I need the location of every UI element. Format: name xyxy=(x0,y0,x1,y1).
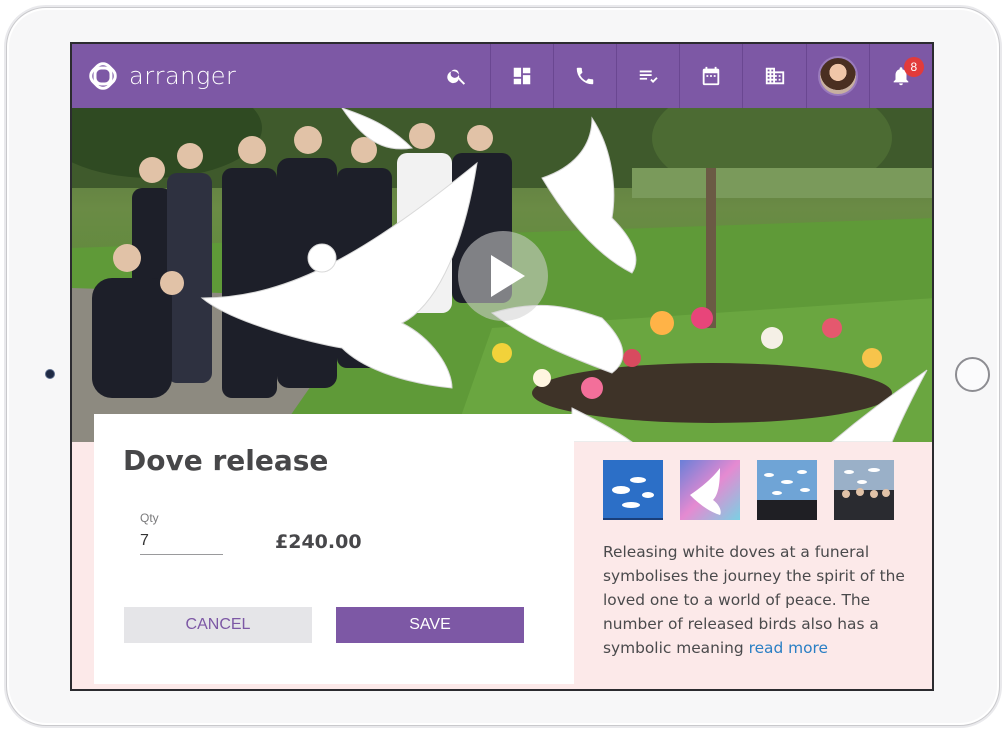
thumbnail-image xyxy=(757,460,817,520)
nav-phone[interactable] xyxy=(552,44,616,108)
thumbnail-image xyxy=(603,460,663,520)
play-icon xyxy=(490,255,525,297)
brand[interactable]: arranger xyxy=(86,59,425,93)
thumbnail[interactable] xyxy=(834,460,894,520)
qty-label: Qty xyxy=(140,511,159,525)
notification-badge: 8 xyxy=(903,57,924,77)
checklist-icon xyxy=(639,70,658,83)
nav-search[interactable] xyxy=(425,44,490,108)
nav-dashboard[interactable] xyxy=(489,44,553,108)
thumbnail[interactable] xyxy=(757,460,817,520)
product-description: Releasing white doves at a funeral symbo… xyxy=(603,540,907,660)
app-screen: arranger 8 Dove release Qty 7 £240.00 CA… xyxy=(70,42,934,691)
dashboard-icon xyxy=(513,67,531,85)
building-icon xyxy=(765,67,784,85)
avatar xyxy=(817,56,858,96)
thumbnail-image xyxy=(680,460,740,520)
home-button[interactable] xyxy=(955,357,990,392)
qty-input[interactable] xyxy=(140,527,223,555)
front-camera xyxy=(45,369,55,379)
search-icon xyxy=(447,69,466,85)
app-name: arranger xyxy=(129,62,237,90)
thumbnail[interactable] xyxy=(603,460,663,520)
hero-video[interactable] xyxy=(72,108,932,442)
nav-calendar[interactable] xyxy=(679,44,742,108)
product-title: Dove release xyxy=(123,444,329,477)
arranger-logo-icon xyxy=(89,62,117,90)
play-button[interactable] xyxy=(458,231,548,321)
nav-profile[interactable] xyxy=(805,44,869,108)
read-more-link[interactable]: read more xyxy=(749,639,828,657)
price: £240.00 xyxy=(275,531,362,553)
nav-venues[interactable] xyxy=(742,44,805,108)
save-button[interactable]: SAVE xyxy=(336,607,524,643)
cancel-button[interactable]: CANCEL xyxy=(124,607,312,643)
thumbnail[interactable] xyxy=(680,460,740,520)
phone-icon xyxy=(576,67,594,85)
nav-notifications[interactable]: 8 xyxy=(868,44,932,108)
thumbnail-gallery xyxy=(603,460,894,520)
thumbnail-image xyxy=(834,460,894,520)
top-bar: arranger 8 xyxy=(72,44,932,108)
product-card: Dove release Qty £240.00 CANCEL SAVE xyxy=(94,414,574,684)
calendar-icon xyxy=(703,66,720,86)
nav-tasks[interactable] xyxy=(616,44,679,108)
